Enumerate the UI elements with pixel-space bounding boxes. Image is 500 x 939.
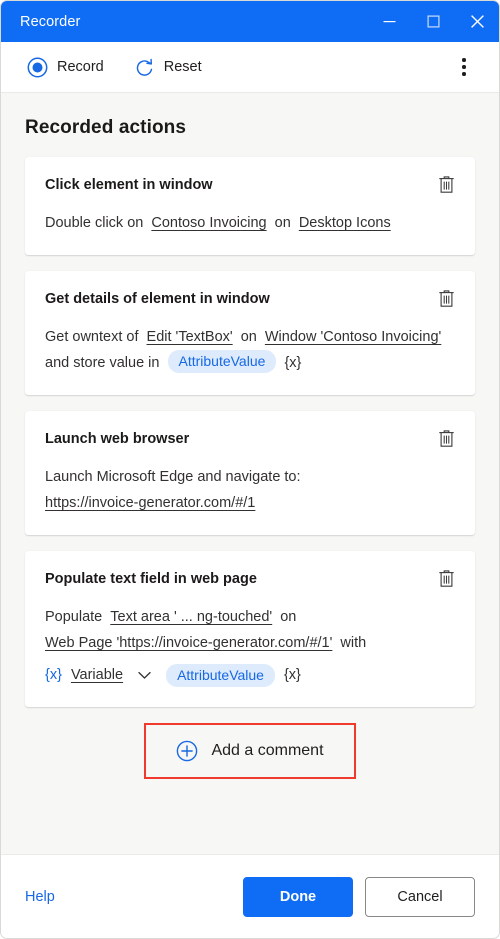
action-description: Populate Text area ' ... ng-touched' on … bbox=[45, 604, 455, 688]
action-title: Launch web browser bbox=[45, 431, 190, 447]
variable-chip[interactable]: AttributeValue bbox=[166, 663, 275, 687]
toolbar: Record Reset bbox=[1, 42, 499, 93]
action-card[interactable]: Populate text field in web page Populate… bbox=[25, 551, 475, 707]
window-title: Recorder bbox=[20, 13, 81, 30]
record-button[interactable]: Record bbox=[19, 52, 112, 83]
plus-circle-icon bbox=[177, 740, 198, 762]
maximize-icon bbox=[426, 15, 440, 28]
record-label: Record bbox=[57, 59, 104, 75]
variable-selector-row: {x} Variable AttributeValue {x} bbox=[45, 662, 455, 688]
action-url[interactable]: https://invoice-generator.com/#/1 bbox=[45, 495, 255, 511]
delete-action-button[interactable] bbox=[435, 567, 457, 589]
reset-label: Reset bbox=[163, 59, 202, 75]
kebab-dot bbox=[462, 58, 466, 62]
action-card[interactable]: Get details of element in window Get own… bbox=[25, 271, 475, 395]
action-scope[interactable]: Web Page 'https://invoice-generator.com/… bbox=[45, 635, 332, 651]
window-controls bbox=[367, 1, 499, 42]
chevron-down-icon[interactable] bbox=[132, 671, 157, 680]
close-icon bbox=[470, 15, 484, 28]
footer: Help Done Cancel bbox=[1, 854, 499, 938]
delete-action-button[interactable] bbox=[435, 173, 457, 195]
variable-dropdown-label[interactable]: Variable bbox=[71, 662, 123, 688]
maximize-button[interactable] bbox=[411, 1, 455, 42]
action-connector: on bbox=[240, 329, 257, 345]
delete-action-button[interactable] bbox=[435, 427, 457, 449]
action-card[interactable]: Launch web browser Launch Microsoft Edge… bbox=[25, 411, 475, 535]
cancel-button[interactable]: Cancel bbox=[365, 876, 475, 917]
minimize-button[interactable] bbox=[367, 1, 411, 42]
kebab-dot bbox=[462, 72, 466, 76]
trash-icon bbox=[438, 289, 454, 307]
reset-icon bbox=[136, 58, 152, 76]
add-comment-button[interactable]: Add a comment bbox=[144, 723, 356, 779]
action-title: Populate text field in web page bbox=[45, 571, 257, 587]
variable-token-icon: {x} bbox=[283, 667, 301, 683]
close-button[interactable] bbox=[455, 1, 499, 42]
action-card[interactable]: Click element in window Double click on … bbox=[25, 157, 475, 255]
action-scope[interactable]: Desktop Icons bbox=[299, 215, 391, 231]
action-card-header: Populate text field in web page bbox=[45, 569, 455, 589]
action-target[interactable]: Contoso Invoicing bbox=[151, 215, 266, 231]
action-store-label: and store value in bbox=[45, 355, 160, 371]
trash-icon bbox=[438, 175, 454, 193]
help-link[interactable]: Help bbox=[25, 889, 55, 905]
more-options-button[interactable] bbox=[449, 52, 479, 82]
trash-icon bbox=[438, 569, 454, 587]
page-title: Recorded actions bbox=[25, 117, 187, 138]
variable-token-icon: {x} bbox=[284, 355, 302, 371]
action-description: Get owntext of Edit 'TextBox' on Window … bbox=[45, 324, 455, 376]
action-connector: on bbox=[274, 215, 291, 231]
kebab-dot bbox=[462, 65, 466, 69]
action-verb: Double click on bbox=[45, 215, 144, 231]
variable-chip[interactable]: AttributeValue bbox=[167, 350, 277, 373]
recorder-window: Recorder Record Reset Recorded actions C… bbox=[0, 0, 500, 939]
reset-button[interactable]: Reset bbox=[126, 52, 210, 83]
action-verb: Populate bbox=[45, 609, 103, 625]
title-bar: Recorder bbox=[1, 1, 499, 42]
action-connector: on bbox=[280, 609, 297, 625]
action-card-header: Launch web browser bbox=[45, 429, 455, 449]
content-area: Recorded actions Click element in window… bbox=[1, 93, 499, 854]
minimize-icon bbox=[383, 21, 395, 23]
action-verb: Get owntext of bbox=[45, 329, 139, 345]
action-scope[interactable]: Window 'Contoso Invoicing' bbox=[265, 329, 441, 345]
action-card-header: Click element in window bbox=[45, 175, 455, 195]
record-icon bbox=[27, 57, 48, 77]
action-description: Double click on Contoso Invoicing on Des… bbox=[45, 210, 455, 236]
action-title: Get details of element in window bbox=[45, 291, 270, 307]
trash-icon bbox=[438, 429, 454, 447]
action-target[interactable]: Edit 'TextBox' bbox=[147, 329, 233, 345]
action-description: Launch Microsoft Edge and navigate to: h… bbox=[45, 464, 455, 516]
add-comment-area: Add a comment bbox=[25, 723, 475, 779]
action-line: Launch Microsoft Edge and navigate to: bbox=[45, 469, 301, 485]
action-with-label: with bbox=[340, 635, 367, 651]
delete-action-button[interactable] bbox=[435, 287, 457, 309]
add-comment-label: Add a comment bbox=[211, 742, 324, 759]
done-button[interactable]: Done bbox=[243, 876, 353, 917]
action-title: Click element in window bbox=[45, 177, 213, 193]
action-card-header: Get details of element in window bbox=[45, 289, 455, 309]
action-target[interactable]: Text area ' ... ng-touched' bbox=[110, 609, 272, 625]
variable-token-icon: {x} bbox=[45, 667, 62, 683]
